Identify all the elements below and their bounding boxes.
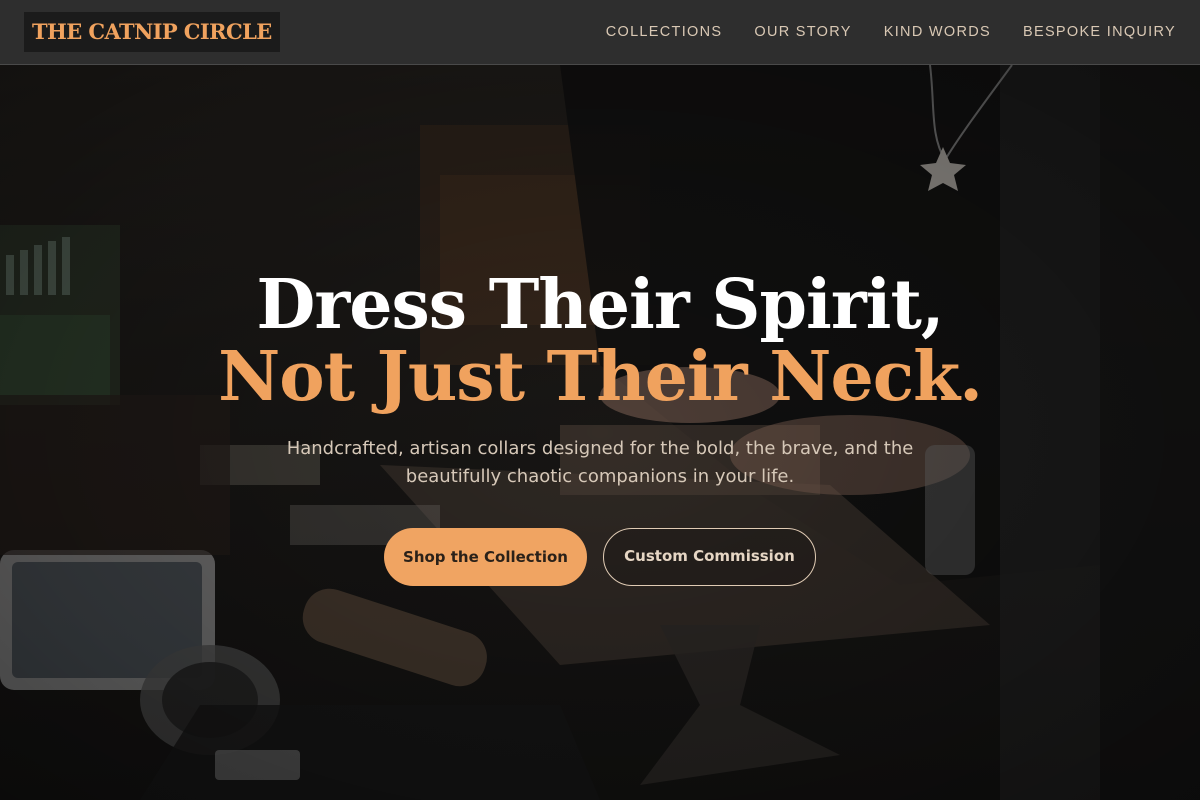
hero-headline-line2: Not Just Their Neck. — [218, 337, 983, 417]
hero-subtext: Handcrafted, artisan collars designed fo… — [286, 438, 914, 487]
site-header: THE CATNIP CIRCLE COLLECTIONS OUR STORY … — [0, 0, 1200, 65]
nav-item-our-story[interactable]: OUR STORY — [754, 24, 851, 40]
main-nav: COLLECTIONS OUR STORY KIND WORDS BESPOKE… — [606, 0, 1176, 64]
nav-item-kind-words[interactable]: KIND WORDS — [884, 24, 991, 40]
custom-commission-button[interactable]: Custom Commission — [603, 528, 816, 586]
brand-logo[interactable]: THE CATNIP CIRCLE — [24, 12, 280, 52]
shop-collection-button[interactable]: Shop the Collection — [384, 528, 587, 586]
hero-dark-overlay — [0, 65, 1200, 800]
hero-section: Dress Their Spirit, Not Just Their Neck.… — [0, 65, 1200, 800]
landing-page: THE CATNIP CIRCLE COLLECTIONS OUR STORY … — [0, 0, 1200, 800]
nav-item-bespoke-inquiry[interactable]: BESPOKE INQUIRY — [1023, 24, 1176, 40]
nav-item-collections[interactable]: COLLECTIONS — [606, 24, 723, 40]
hero-headline-line1: Dress Their Spirit, — [256, 265, 944, 345]
